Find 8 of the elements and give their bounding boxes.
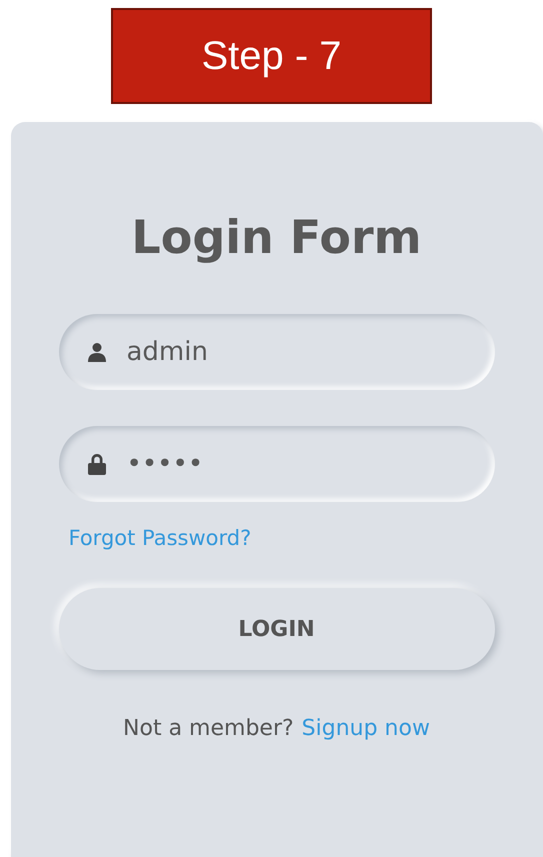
step-banner: Step - 7	[111, 8, 432, 104]
lock-icon	[86, 453, 106, 475]
signup-prompt: Not a member?	[123, 716, 294, 741]
username-field[interactable]: admin	[58, 314, 494, 390]
login-button[interactable]: LOGIN	[58, 588, 494, 670]
user-icon	[86, 341, 106, 363]
password-field[interactable]: •••••	[58, 426, 494, 502]
form-title: Login Form	[130, 210, 423, 264]
